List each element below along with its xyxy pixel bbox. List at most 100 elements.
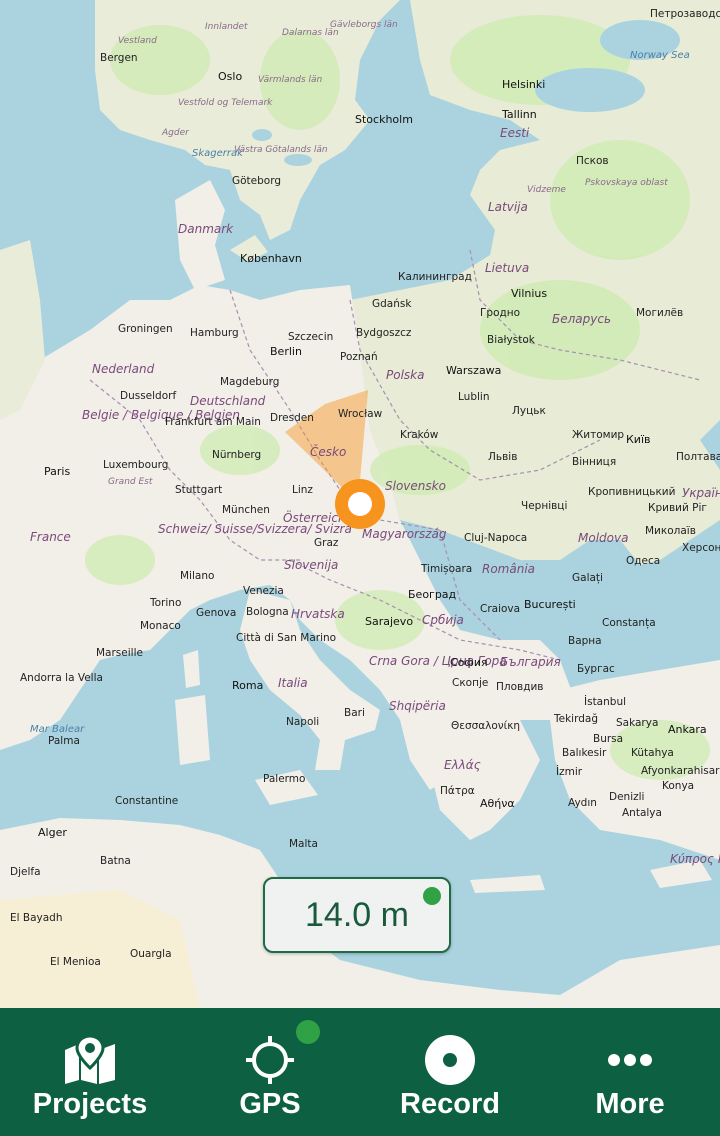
map-label: Полтава: [676, 451, 720, 463]
map-label: Vestland: [118, 36, 157, 46]
record-icon: [422, 1032, 478, 1088]
bottom-navigation-bar: Projects GPS Record More: [0, 1008, 720, 1136]
map-label: Timișoara: [421, 563, 473, 575]
map-label: Nederland: [92, 362, 155, 376]
map-label: Poznań: [340, 351, 378, 363]
map-label: Galați: [572, 572, 603, 584]
map-label: Danmark: [178, 222, 234, 236]
map-label: Deutschland: [190, 394, 266, 408]
map-label: Batna: [100, 855, 131, 867]
map-label: Balıkesir: [562, 747, 607, 759]
map-label: Одеса: [626, 555, 661, 567]
map-label: Marseille: [96, 647, 143, 659]
location-marker-center: [348, 492, 372, 516]
map-label: Κύπρος Kıbrıs: [670, 852, 720, 866]
map-label: Львів: [488, 451, 518, 463]
nav-more-button[interactable]: More: [540, 1008, 720, 1136]
map-label: Berlin: [270, 345, 302, 358]
map-label: İzmir: [556, 766, 583, 778]
map-label: București: [524, 598, 576, 611]
map-label: Θεσσαλονίκη: [451, 720, 521, 732]
map-label: Aydın: [568, 797, 597, 809]
map-label: Antalya: [622, 807, 662, 819]
map-label: Magyarország: [362, 527, 447, 541]
nav-projects-button[interactable]: Projects: [0, 1008, 180, 1136]
map-pin-icon: [62, 1032, 118, 1088]
map-label: Magdeburg: [220, 376, 280, 388]
location-marker[interactable]: [335, 479, 385, 529]
map-label: Bursa: [593, 733, 624, 745]
nav-gps-button[interactable]: GPS: [180, 1008, 360, 1136]
map-label: Innlandet: [205, 22, 248, 32]
map-label: Kütahya: [631, 747, 674, 759]
gps-status-dot: [423, 887, 441, 905]
map-label: Tallinn: [502, 108, 537, 121]
map-label: Вінниця: [572, 456, 617, 468]
map-label: Roma: [232, 679, 264, 692]
map-label: Кривий Ріг: [648, 502, 707, 514]
map-label: Псков: [576, 155, 609, 167]
map-label: Србија: [422, 613, 464, 627]
map-label: Palma: [48, 735, 80, 747]
map-label: Schweiz/ Suisse/Svizzera/ Svizra: [158, 522, 352, 536]
nav-more-label: More: [595, 1088, 665, 1120]
map-label: Warszawa: [446, 364, 502, 377]
map-label: Moldova: [578, 531, 629, 545]
map-label: Tekirdağ: [554, 713, 598, 725]
map-label: Italia: [278, 676, 308, 690]
map-label: Stockholm: [355, 113, 413, 126]
map-label: Paris: [44, 465, 71, 478]
map-view[interactable]: Петрозаводск Vestland Innlandet Dalarnas lä…: [0, 0, 720, 1008]
map-label: Hamburg: [190, 327, 239, 339]
map-label: Sarajevo: [365, 615, 414, 628]
map-label: Česko: [310, 445, 347, 459]
map-label: Беларусь: [552, 312, 612, 326]
map-label: Калининград: [398, 271, 472, 283]
map-label: Скопје: [452, 677, 489, 689]
map-label: Чернівці: [521, 500, 568, 512]
map-label: Andorra la Vella: [20, 672, 103, 684]
map-label: Denizli: [609, 791, 645, 803]
map-label: Πάτρα: [440, 785, 475, 797]
map-label: Београд: [408, 588, 457, 601]
map-label: Białystok: [487, 334, 535, 346]
nav-gps-label: GPS: [239, 1088, 301, 1120]
map-label: Agder: [162, 128, 189, 138]
map-label: Genova: [196, 607, 237, 619]
map-label: Malta: [289, 838, 318, 850]
map-label: Torino: [150, 597, 182, 609]
map-label: Constantine: [115, 795, 179, 807]
map-label: Polska: [386, 368, 425, 382]
map-label: Palermo: [263, 773, 306, 785]
map-label: Värmlands län: [258, 75, 323, 85]
map-label: Гродно: [480, 307, 521, 319]
map-label: Linz: [292, 484, 313, 496]
map-label: Wrocław: [338, 408, 383, 420]
gps-accuracy-panel[interactable]: 14.0 m: [263, 877, 451, 953]
map-label: Петрозаводск: [650, 8, 720, 20]
nav-projects-label: Projects: [32, 1088, 148, 1120]
map-label: România: [482, 562, 536, 576]
map-label: Napoli: [286, 716, 320, 728]
map-label: Slovenija: [284, 558, 339, 572]
map-label: Vilnius: [511, 287, 548, 300]
map-label: Bari: [344, 707, 365, 719]
map-label: Миколаїв: [645, 525, 696, 537]
map-label: Västra Götalands län: [234, 145, 328, 155]
map-label: Ouargla: [130, 948, 172, 960]
map-label: Gdańsk: [372, 298, 412, 310]
map-label: Città di San Marino: [236, 632, 337, 644]
map-label: Pskovskaya oblast: [585, 178, 668, 188]
map-label: Afyonkarahisar: [641, 765, 720, 777]
map-label: Sakarya: [616, 717, 659, 729]
nav-record-button[interactable]: Record: [360, 1008, 540, 1136]
map-label: Helsinki: [502, 78, 546, 91]
map-label: Αθήνα: [480, 797, 515, 810]
map-label: Hrvatska: [291, 607, 345, 621]
map-label: Oslo: [218, 70, 243, 83]
map-label: Eesti: [500, 126, 530, 140]
map-label: Vestfold og Telemark: [178, 98, 273, 108]
map-label: Mar Balear: [30, 724, 85, 735]
nav-record-label: Record: [400, 1088, 500, 1120]
map-label: Варна: [568, 635, 602, 647]
